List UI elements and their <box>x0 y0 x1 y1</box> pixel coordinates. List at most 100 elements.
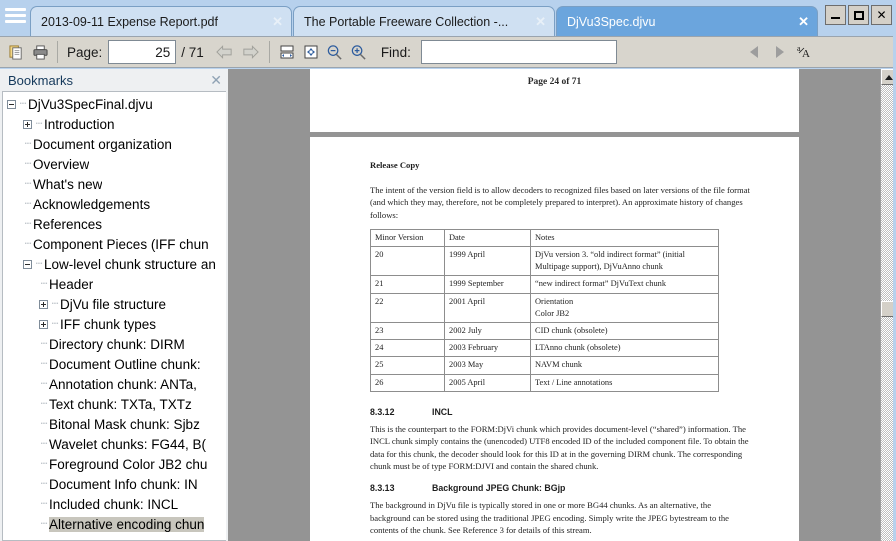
scroll-up-icon <box>885 75 893 80</box>
tree-leaf-icon: ┈ <box>39 379 49 390</box>
expand-icon[interactable] <box>39 300 48 309</box>
section-heading: 8.3.12INCL <box>370 406 751 418</box>
table-row: 211999 September“new indirect format” Dj… <box>371 276 719 293</box>
bookmark-item[interactable]: ┈Header <box>3 274 226 294</box>
bookmark-item[interactable]: ┈Included chunk: INCL <box>3 494 226 514</box>
zoom-out-icon[interactable] <box>323 40 347 64</box>
bookmark-item[interactable]: ┈Text chunk: TXTa, TXTz <box>3 394 226 414</box>
find-input[interactable] <box>421 40 617 64</box>
bookmark-item[interactable]: ┈Component Pieces (IFF chun <box>3 234 226 254</box>
table-cell: 1999 April <box>445 247 531 276</box>
close-icon[interactable]: ✕ <box>210 72 222 89</box>
table-row: 201999 AprilDjVu version 3. “old indirec… <box>371 247 719 276</box>
tree-leaf-icon: ┈ <box>39 519 49 530</box>
maximize-button[interactable] <box>848 5 869 25</box>
bookmark-item[interactable]: ┈Bitonal Mask chunk: Sjbz <box>3 414 226 434</box>
close-icon[interactable]: ✕ <box>535 15 546 28</box>
toolbar-separator <box>269 41 270 63</box>
bookmark-label: Document Outline chunk: <box>49 357 201 372</box>
hamburger-menu-icon[interactable] <box>0 0 30 36</box>
bookmark-item[interactable]: ┈DjVu file structure <box>3 294 226 314</box>
bookmark-item[interactable]: ┈Alternative encoding chun <box>3 514 226 534</box>
bookmarks-title: Bookmarks <box>8 73 210 88</box>
minimize-button[interactable] <box>825 5 846 25</box>
section-body: The background in DjVu file is typically… <box>370 499 751 536</box>
bookmark-item[interactable]: ┈Acknowledgements <box>3 194 226 214</box>
table-cell: 25 <box>371 357 445 374</box>
tab-expense-report[interactable]: 2013-09-11 Expense Report.pdf ✕ <box>30 6 292 36</box>
bookmark-item[interactable]: ┈Document Info chunk: IN <box>3 474 226 494</box>
tree-leaf-icon: ┈ <box>23 239 33 250</box>
tab-djvu3spec[interactable]: DjVu3Spec.djvu ✕ <box>556 6 818 36</box>
bookmark-label: DjVu file structure <box>60 297 166 312</box>
table-cell: LTAnno chunk (obsolete) <box>531 340 719 357</box>
document-page-body-wrap: Release Copy The intent of the version f… <box>310 137 799 541</box>
close-button[interactable]: ✕ <box>871 5 892 25</box>
close-icon[interactable]: ✕ <box>798 15 809 28</box>
bookmark-label: Foreground Color JB2 chu <box>49 457 207 472</box>
table-cell: Orientation Color JB2 <box>531 293 719 322</box>
page-number-input[interactable]: 25 <box>108 40 176 64</box>
bookmark-item[interactable]: ┈IFF chunk types <box>3 314 226 334</box>
bookmark-label: DjVu3SpecFinal.djvu <box>28 97 153 112</box>
bookmark-item[interactable]: ┈Introduction <box>3 114 226 134</box>
document-page: Page 24 of 71 <box>310 69 799 132</box>
section-body: This is the counterpart to the FORM:DjVi… <box>370 423 751 472</box>
table-cell: 2005 April <box>445 374 531 391</box>
expand-icon[interactable] <box>23 120 32 129</box>
tab-portable-freeware[interactable]: The Portable Freeware Collection -... ✕ <box>293 6 555 36</box>
document-viewport[interactable]: Page 24 of 71 Release Copy The intent of… <box>228 69 880 541</box>
bookmark-item[interactable]: ┈Document Outline chunk: <box>3 354 226 374</box>
table-row: 232002 JulyCID chunk (obsolete) <box>371 322 719 339</box>
tree-leaf-icon: ┈ <box>39 419 49 430</box>
tree-connector-icon: ┈ <box>50 319 60 330</box>
collapse-icon[interactable] <box>23 260 32 269</box>
next-page-button[interactable] <box>238 40 264 64</box>
window-controls: ✕ <box>819 0 896 36</box>
fit-width-icon[interactable] <box>275 40 299 64</box>
previous-page-button[interactable] <box>212 40 238 64</box>
bookmark-item[interactable]: ┈Directory chunk: DIRM <box>3 334 226 354</box>
release-copy-label: Release Copy <box>370 159 751 171</box>
fit-page-icon[interactable] <box>299 40 323 64</box>
table-column-header: Notes <box>531 229 719 246</box>
version-history-table: Minor VersionDateNotes 201999 AprilDjVu … <box>370 229 719 392</box>
table-header-row: Minor VersionDateNotes <box>371 229 719 246</box>
find-previous-button[interactable] <box>741 40 767 64</box>
collapse-icon[interactable] <box>7 100 16 109</box>
copy-page-icon[interactable] <box>4 40 28 64</box>
find-next-icon <box>776 46 784 58</box>
tab-label: 2013-09-11 Expense Report.pdf <box>41 15 262 29</box>
find-next-button[interactable] <box>767 40 793 64</box>
close-icon[interactable]: ✕ <box>272 15 283 28</box>
bookmark-item[interactable]: ┈Overview <box>3 154 226 174</box>
tree-leaf-icon: ┈ <box>39 439 49 450</box>
match-case-icon[interactable]: a A <box>793 40 817 64</box>
bookmark-item[interactable]: ┈Low-level chunk structure an <box>3 254 226 274</box>
bookmarks-tree[interactable]: ┈DjVu3SpecFinal.djvu┈Introduction┈Docume… <box>2 91 226 541</box>
printer-icon[interactable] <box>28 40 52 64</box>
find-prev-icon <box>750 46 758 58</box>
tree-leaf-icon: ┈ <box>39 279 49 290</box>
bookmark-item[interactable]: ┈DjVu3SpecFinal.djvu <box>3 94 226 114</box>
zoom-in-icon[interactable] <box>347 40 371 64</box>
close-icon: ✕ <box>876 9 886 21</box>
bookmark-item[interactable]: ┈What's new <box>3 174 226 194</box>
bookmark-item[interactable]: ┈Wavelet chunks: FG44, B( <box>3 434 226 454</box>
page-body: Release Copy The intent of the version f… <box>310 137 799 541</box>
bookmark-label: Text chunk: TXTa, TXTz <box>49 397 192 412</box>
bookmark-item[interactable]: ┈References <box>3 214 226 234</box>
svg-text:A: A <box>802 48 810 60</box>
table-cell: NAVM chunk <box>531 357 719 374</box>
bookmark-item[interactable]: ┈Annotation chunk: ANTa, <box>3 374 226 394</box>
djvu-viewer-window: 2013-09-11 Expense Report.pdf ✕ The Port… <box>0 0 896 541</box>
bookmark-item[interactable]: ┈Foreground Color JB2 chu <box>3 454 226 474</box>
expand-icon[interactable] <box>39 320 48 329</box>
page-total-label: / 71 <box>176 45 212 60</box>
table-row: 222001 AprilOrientation Color JB2 <box>371 293 719 322</box>
table-column-header: Minor Version <box>371 229 445 246</box>
bookmark-label: Included chunk: INCL <box>49 497 178 512</box>
bookmark-label: Bitonal Mask chunk: Sjbz <box>49 417 200 432</box>
bookmark-item[interactable]: ┈Document organization <box>3 134 226 154</box>
bookmark-label: Introduction <box>44 117 115 132</box>
